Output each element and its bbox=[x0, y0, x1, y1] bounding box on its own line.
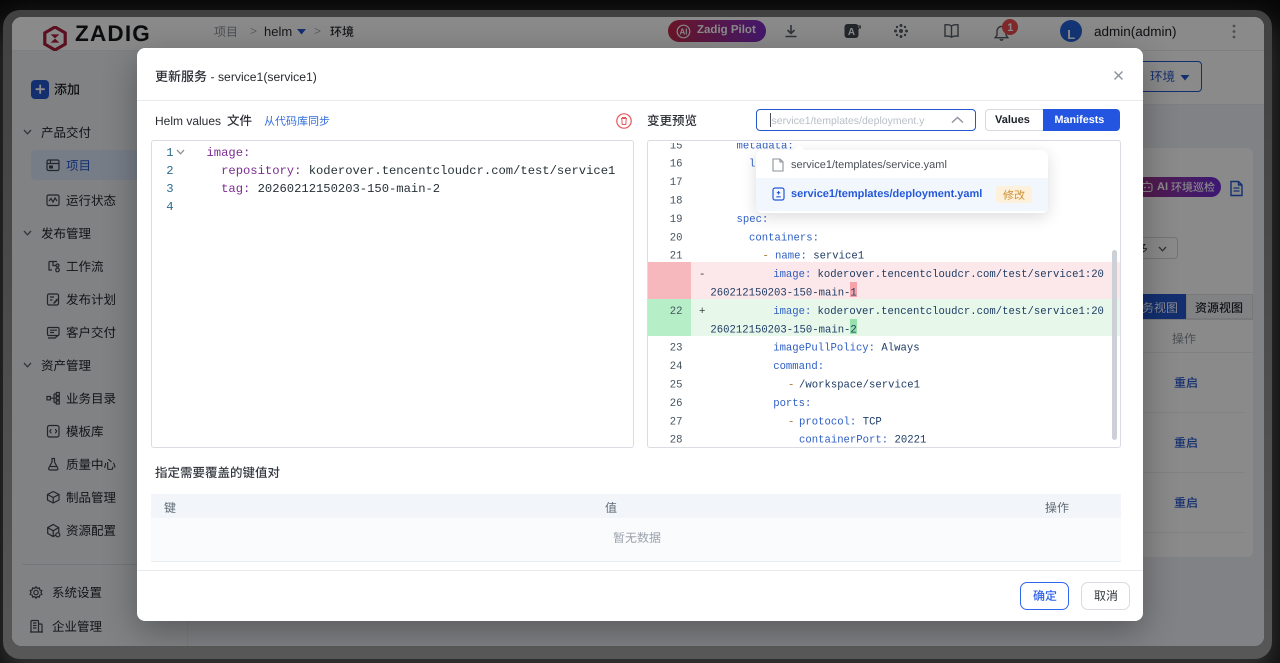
svg-text:-: - bbox=[699, 269, 705, 281]
svg-text:image:: image: bbox=[773, 269, 811, 281]
svg-text:+: + bbox=[699, 306, 705, 318]
svg-text:name:: name: bbox=[775, 251, 807, 263]
svg-text:koderover.tencentcloudcr.com/t: koderover.tencentcloudcr.com/test/servic… bbox=[818, 306, 1104, 318]
svg-text:service1: service1 bbox=[813, 251, 864, 263]
svg-text:18: 18 bbox=[670, 196, 683, 208]
svg-text:20: 20 bbox=[670, 232, 683, 244]
svg-text:25: 25 bbox=[670, 380, 683, 392]
svg-text:command:: command: bbox=[773, 361, 824, 373]
svg-text:imagePullPolicy:: imagePullPolicy: bbox=[773, 343, 875, 355]
svg-text:2: 2 bbox=[166, 164, 173, 178]
svg-text:27: 27 bbox=[670, 416, 683, 428]
svg-text:19: 19 bbox=[670, 214, 683, 226]
svg-text:ports:: ports: bbox=[773, 398, 811, 410]
svg-text:26: 26 bbox=[670, 398, 683, 410]
svg-text:23: 23 bbox=[670, 343, 683, 355]
svg-text:20221: 20221 bbox=[895, 435, 927, 447]
svg-text:containerPort:: containerPort: bbox=[799, 435, 888, 447]
svg-text:22: 22 bbox=[670, 306, 683, 318]
svg-text:24: 24 bbox=[670, 361, 683, 373]
svg-text:Always: Always bbox=[881, 343, 919, 355]
svg-text:28: 28 bbox=[670, 435, 683, 447]
svg-text:protocol:: protocol: bbox=[799, 416, 856, 428]
svg-text:spec:: spec: bbox=[737, 214, 769, 226]
svg-text:-: - bbox=[763, 251, 769, 263]
svg-text:image:: image: bbox=[207, 146, 251, 160]
svg-text:image:: image: bbox=[773, 306, 811, 318]
svg-text:tag:: tag: bbox=[221, 182, 250, 196]
svg-text:16: 16 bbox=[670, 159, 683, 171]
svg-text:1: 1 bbox=[850, 288, 856, 300]
svg-text:15: 15 bbox=[670, 143, 683, 152]
svg-text:3: 3 bbox=[166, 182, 173, 196]
svg-text:TCP: TCP bbox=[863, 416, 882, 428]
svg-text:2: 2 bbox=[850, 324, 856, 336]
svg-text:-: - bbox=[788, 380, 794, 392]
svg-text:-: - bbox=[788, 416, 794, 428]
svg-text:21: 21 bbox=[670, 251, 683, 263]
svg-text:260212150203-150-main-: 260212150203-150-main- bbox=[710, 288, 850, 300]
svg-text:260212150203-150-main-: 260212150203-150-main- bbox=[710, 324, 850, 336]
svg-text:containers:: containers: bbox=[749, 232, 819, 244]
svg-text:17: 17 bbox=[670, 177, 683, 189]
svg-text:20260212150203-150-main-2: 20260212150203-150-main-2 bbox=[258, 182, 441, 196]
svg-text:koderover.tencentcloudcr.com/t: koderover.tencentcloudcr.com/test/servic… bbox=[309, 164, 616, 178]
svg-text:1: 1 bbox=[166, 146, 173, 160]
svg-text:/workspace/service1: /workspace/service1 bbox=[799, 380, 920, 392]
svg-text:4: 4 bbox=[166, 200, 173, 214]
svg-text:koderover.tencentcloudcr.com/t: koderover.tencentcloudcr.com/test/servic… bbox=[818, 269, 1104, 281]
svg-text:repository:: repository: bbox=[221, 164, 301, 178]
